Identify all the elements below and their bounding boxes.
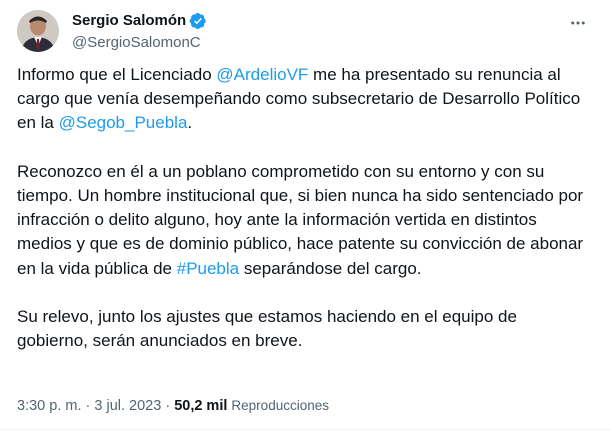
more-options-button[interactable] — [568, 13, 588, 33]
views-count: 50,2 mil — [174, 398, 228, 414]
avatar[interactable] — [17, 10, 59, 52]
tweet-paragraph-3: Su relevo, junto los ajustes que estamos… — [17, 305, 592, 353]
tweet-time[interactable]: 3:30 p. m. — [17, 398, 81, 414]
tweet-paragraph-1: Informo que el Licenciado @ArdelioVF me … — [17, 63, 592, 136]
mention-ardeliovf[interactable]: @ArdelioVF — [216, 65, 308, 84]
mention-segob-puebla[interactable]: @Segob_Puebla — [59, 113, 188, 132]
tweet-date[interactable]: 3 jul. 2023 — [94, 398, 161, 414]
more-horizontal-icon — [571, 21, 585, 25]
avatar-image — [17, 10, 59, 52]
author-block: Sergio Salomón @SergioSalomonC — [72, 11, 207, 53]
views-label: Reproducciones — [231, 398, 329, 413]
meta-separator: · — [81, 398, 95, 414]
tweet-text: Informo que el Licenciado @ArdelioVF me … — [17, 63, 592, 378]
name-row: Sergio Salomón — [72, 11, 207, 31]
tweet: Sergio Salomón @SergioSalomonC Informo q… — [0, 0, 610, 437]
text-segment: Informo que el Licenciado — [17, 65, 217, 84]
tweet-paragraph-2: Reconozco en él a un poblano comprometid… — [17, 160, 592, 281]
text-segment: separándose del cargo. — [239, 258, 422, 278]
verified-badge-icon — [189, 12, 207, 30]
meta-separator: · — [161, 398, 175, 414]
tweet-meta: 3:30 p. m. · 3 jul. 2023 · 50,2 mil Repr… — [17, 396, 329, 416]
display-name[interactable]: Sergio Salomón — [72, 11, 186, 31]
hashtag-puebla[interactable]: #Puebla — [177, 259, 239, 278]
text-segment: . — [187, 113, 193, 133]
divider — [0, 429, 610, 430]
handle[interactable]: @SergioSalomonC — [72, 33, 207, 53]
text-segment: Su relevo, junto los ajustes que estamos… — [17, 307, 517, 351]
